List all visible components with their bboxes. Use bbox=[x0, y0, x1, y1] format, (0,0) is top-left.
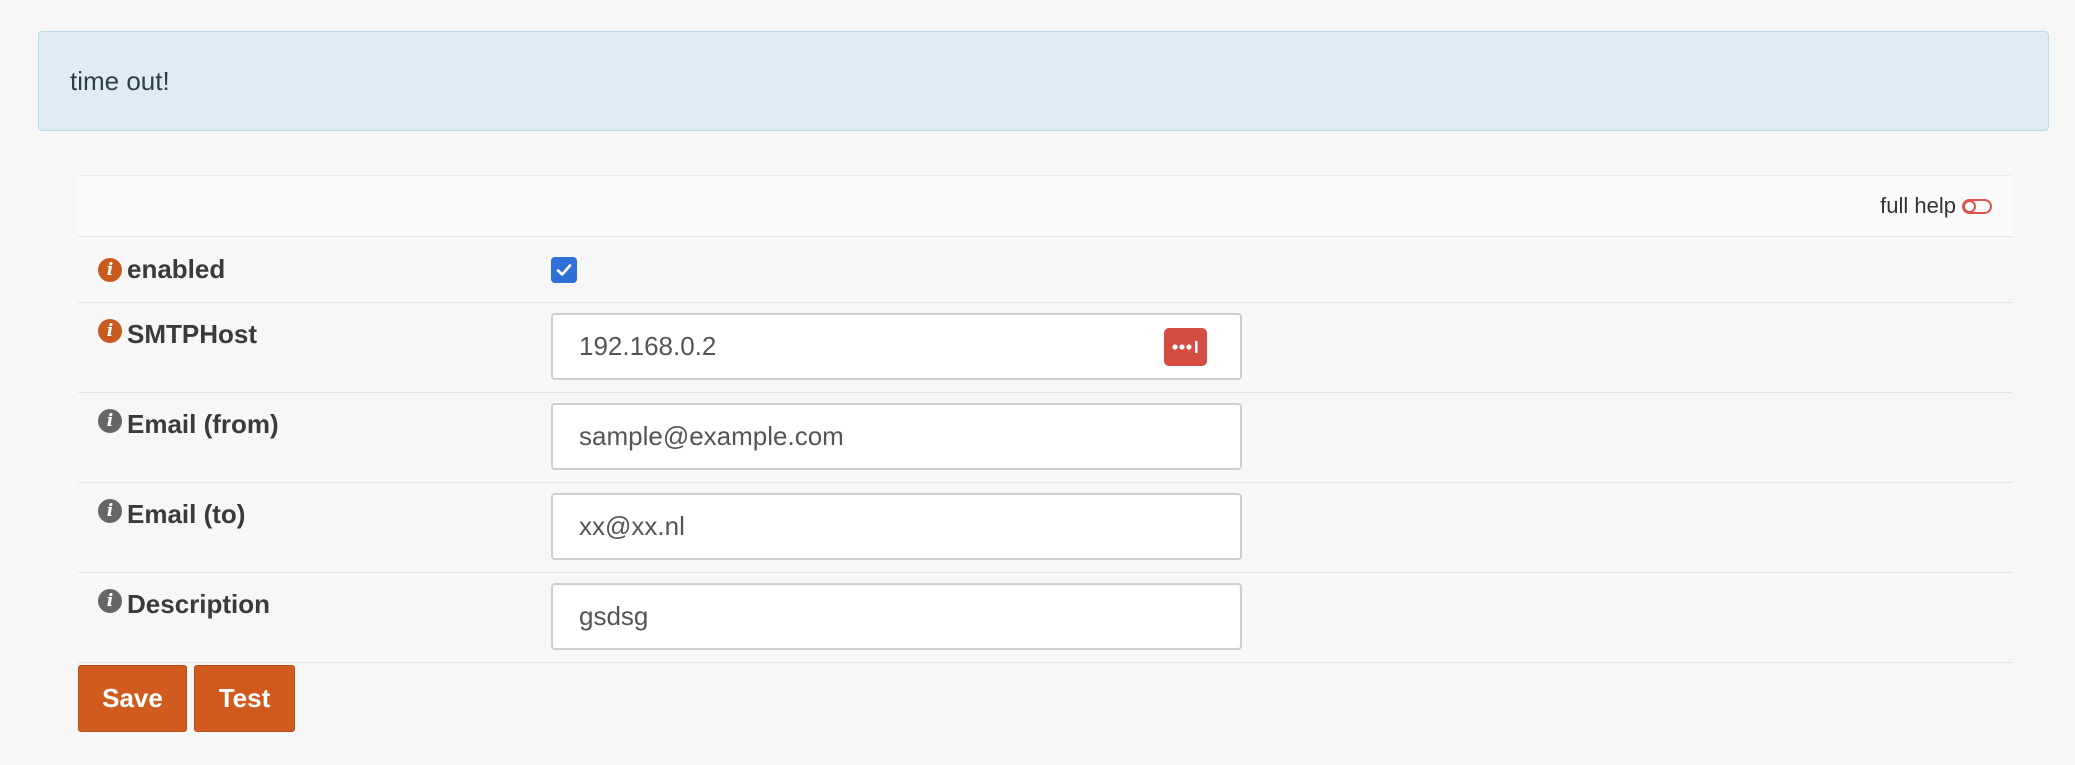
enabled-label: enabled bbox=[127, 254, 226, 284]
row-smtp-host: i SMTPHost 192.168.0.2 bbox=[78, 303, 2012, 393]
help-row: full help bbox=[78, 175, 2012, 237]
test-button[interactable]: Test bbox=[194, 665, 295, 732]
email-from-label-cell: i Email (from) bbox=[78, 393, 551, 482]
email-from-value: sample@example.com bbox=[579, 421, 844, 451]
row-email-to: i Email (to) xx@xx.nl bbox=[78, 483, 2012, 573]
info-icon[interactable]: i bbox=[98, 257, 122, 282]
smtp-host-label-cell: i SMTPHost bbox=[78, 303, 551, 392]
description-input[interactable]: gsdsg bbox=[551, 583, 1242, 650]
description-label: Description bbox=[127, 589, 271, 619]
description-value: gsdsg bbox=[579, 601, 649, 631]
enabled-value-cell bbox=[551, 256, 2012, 283]
smtp-host-label: SMTPHost bbox=[127, 319, 257, 349]
email-from-label: Email (from) bbox=[127, 409, 279, 439]
form-actions: Save Test bbox=[78, 665, 295, 732]
row-enabled: i enabled bbox=[78, 237, 2012, 303]
info-icon[interactable]: i bbox=[98, 589, 122, 613]
email-to-label: Email (to) bbox=[127, 499, 246, 529]
email-from-input[interactable]: sample@example.com bbox=[551, 403, 1242, 470]
smtp-host-value-cell: 192.168.0.2 bbox=[551, 303, 2012, 392]
email-from-value-cell: sample@example.com bbox=[551, 393, 2012, 482]
description-value-cell: gsdsg bbox=[551, 573, 2012, 662]
save-button[interactable]: Save bbox=[78, 665, 187, 732]
full-help-toggle-icon[interactable] bbox=[1962, 198, 1992, 214]
email-to-value-cell: xx@xx.nl bbox=[551, 483, 2012, 572]
checkmark-icon bbox=[556, 263, 572, 276]
info-icon[interactable]: i bbox=[98, 409, 122, 433]
alert-text: time out! bbox=[70, 65, 170, 96]
password-manager-icon[interactable] bbox=[1164, 328, 1207, 366]
smtp-host-input[interactable]: 192.168.0.2 bbox=[551, 313, 1242, 380]
row-email-from: i Email (from) sample@example.com bbox=[78, 393, 2012, 483]
settings-form: full help i enabled i SMTPHost 192.168.0… bbox=[78, 175, 2012, 663]
email-to-label-cell: i Email (to) bbox=[78, 483, 551, 572]
smtp-host-value: 192.168.0.2 bbox=[579, 331, 717, 361]
row-description: i Description gsdsg bbox=[78, 573, 2012, 663]
info-icon[interactable]: i bbox=[98, 499, 122, 523]
email-to-value: xx@xx.nl bbox=[579, 511, 685, 541]
settings-page: time out! full help i enabled i SMTPHost… bbox=[0, 0, 2075, 765]
email-to-input[interactable]: xx@xx.nl bbox=[551, 493, 1242, 560]
description-label-cell: i Description bbox=[78, 573, 551, 662]
full-help-label: full help bbox=[1880, 193, 1956, 218]
password-dots-icon bbox=[1171, 341, 1197, 353]
enabled-label-cell: i enabled bbox=[78, 254, 551, 285]
enabled-checkbox[interactable] bbox=[551, 256, 577, 283]
info-icon[interactable]: i bbox=[98, 319, 122, 343]
alert-message: time out! bbox=[38, 31, 2049, 131]
